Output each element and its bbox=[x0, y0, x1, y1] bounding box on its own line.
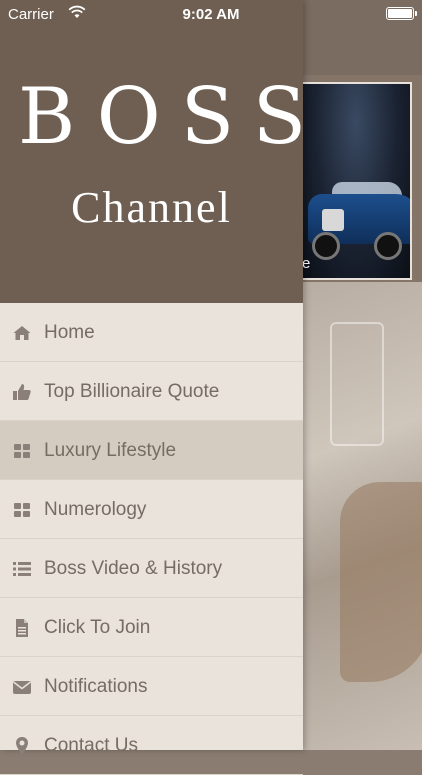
grid-icon bbox=[12, 500, 32, 520]
menu-item-top-billionaire-quote[interactable]: Top Billionaire Quote bbox=[0, 362, 303, 421]
envelope-icon bbox=[12, 677, 32, 697]
menu-item-contact-us[interactable]: Contact Us bbox=[0, 716, 303, 775]
menu-item-luxury-lifestyle[interactable]: Luxury Lifestyle bbox=[0, 421, 303, 480]
list-icon bbox=[12, 559, 32, 579]
car-wheel bbox=[374, 232, 402, 260]
menu-item-label: Boss Video & History bbox=[44, 558, 223, 579]
menu-item-label: Contact Us bbox=[44, 735, 138, 756]
decor-shape bbox=[340, 482, 422, 682]
menu-item-label: Numerology bbox=[44, 499, 147, 520]
logo-title: BOSS bbox=[18, 72, 327, 162]
car-wheel bbox=[312, 232, 340, 260]
thumbs-up-icon bbox=[12, 382, 32, 402]
menu-item-notifications[interactable]: Notifications bbox=[0, 657, 303, 716]
menu-item-click-to-join[interactable]: Click To Join bbox=[0, 598, 303, 657]
home-icon bbox=[12, 323, 32, 343]
menu-item-numerology[interactable]: Numerology bbox=[0, 480, 303, 539]
car-grill bbox=[322, 209, 344, 231]
location-pin-icon bbox=[12, 736, 32, 756]
menu-item-label: Notifications bbox=[44, 676, 148, 697]
menu-item-label: Home bbox=[44, 322, 95, 343]
drawer-menu: Home Top Billionaire Quote Luxury Lifest… bbox=[0, 303, 303, 775]
status-time: 9:02 AM bbox=[182, 6, 240, 23]
document-icon bbox=[12, 618, 32, 638]
card-caption: e bbox=[302, 255, 311, 272]
menu-item-home[interactable]: Home bbox=[0, 303, 303, 362]
menu-item-label: Top Billionaire Quote bbox=[44, 381, 220, 402]
menu-item-boss-video-history[interactable]: Boss Video & History bbox=[0, 539, 303, 598]
logo-subtitle: Channel bbox=[71, 183, 232, 232]
glass-shape bbox=[330, 322, 384, 446]
side-drawer: BOSS Channel Home Top Billionaire Quote … bbox=[0, 0, 327, 775]
background-image bbox=[300, 282, 422, 750]
battery-icon bbox=[386, 7, 417, 20]
status-bar: Carrier 9:02 AM bbox=[0, 0, 422, 28]
menu-item-label: Luxury Lifestyle bbox=[44, 440, 177, 461]
drawer-header: BOSS Channel bbox=[0, 0, 327, 303]
grid-icon bbox=[12, 441, 32, 461]
menu-item-label: Click To Join bbox=[44, 617, 151, 638]
